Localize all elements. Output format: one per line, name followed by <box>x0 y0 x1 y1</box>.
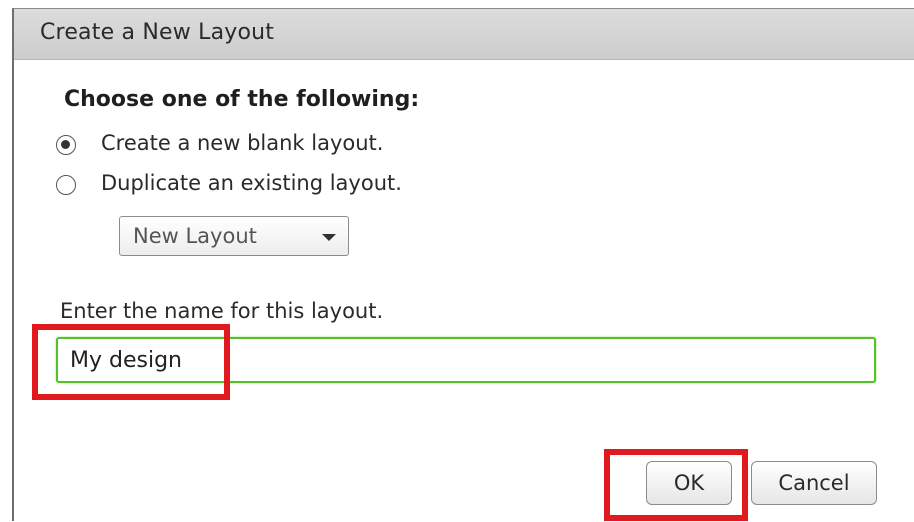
option-create-blank-label[interactable]: Create a new blank layout. <box>101 131 383 155</box>
radio-duplicate-existing[interactable] <box>56 175 76 195</box>
option-duplicate-existing-label[interactable]: Duplicate an existing layout. <box>101 171 402 195</box>
radio-create-blank[interactable] <box>56 135 76 155</box>
dialog-title-bar[interactable]: Create a New Layout <box>14 9 914 60</box>
chevron-down-icon <box>322 234 336 241</box>
radio-selected-dot <box>61 140 70 149</box>
existing-layout-dropdown[interactable]: New Layout <box>119 216 349 256</box>
options-heading: Choose one of the following: <box>64 87 420 112</box>
cancel-button[interactable]: Cancel <box>751 461 877 505</box>
dialog-title: Create a New Layout <box>40 20 275 45</box>
annotation-highlight-ok-button <box>604 449 748 521</box>
create-layout-dialog: Create a New Layout Choose one of the fo… <box>12 8 914 521</box>
annotation-highlight-name-input <box>32 324 230 400</box>
layout-name-prompt: Enter the name for this layout. <box>60 299 384 323</box>
existing-layout-value: New Layout <box>133 224 257 248</box>
